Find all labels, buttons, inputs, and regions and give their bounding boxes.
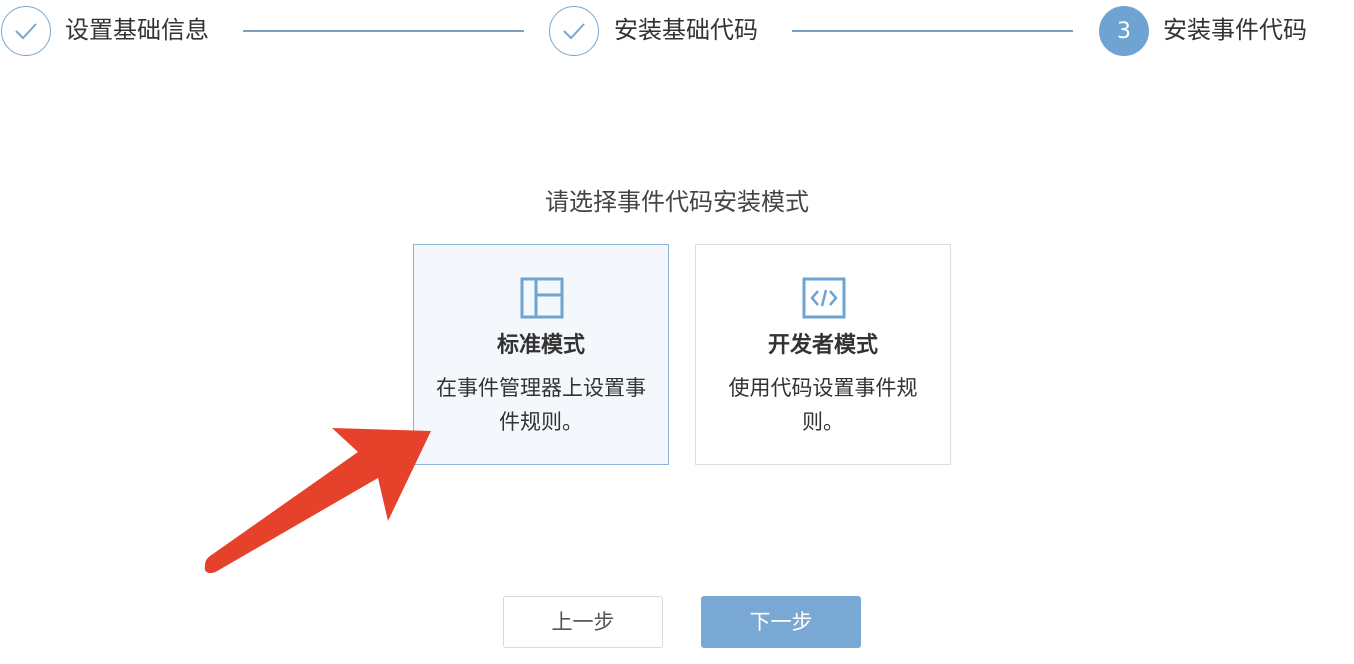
step-2-label: 安装基础代码 <box>614 16 758 44</box>
layout-panel-icon <box>520 277 564 319</box>
developer-mode-description: 使用代码设置事件规则。 <box>728 376 918 434</box>
install-wizard-page: 设置基础信息 安装基础代码 3 安装事件代码 请选择事件代码安装模式 标准模式 … <box>0 0 1354 664</box>
step-1-check-icon <box>1 6 51 56</box>
developer-mode-title: 开发者模式 <box>767 333 878 358</box>
code-icon <box>802 277 846 319</box>
standard-mode-title: 标准模式 <box>496 333 585 358</box>
next-step-button[interactable]: 下一步 <box>701 596 861 648</box>
step-connector-2 <box>792 30 1073 32</box>
step-2-check-icon <box>549 6 599 56</box>
standard-mode-card[interactable]: 标准模式 在事件管理器上设置事件规则。 <box>413 244 669 465</box>
standard-mode-description: 在事件管理器上设置事件规则。 <box>436 376 646 434</box>
developer-mode-card[interactable]: 开发者模式 使用代码设置事件规则。 <box>695 244 951 465</box>
annotation-arrow-icon <box>204 428 431 574</box>
step-connector-1 <box>243 30 524 32</box>
step-3-label: 安装事件代码 <box>1163 16 1307 44</box>
step-3-number: 3 <box>1099 6 1149 56</box>
mode-select-prompt: 请选择事件代码安装模式 <box>545 188 809 216</box>
step-1-label: 设置基础信息 <box>65 16 209 44</box>
previous-step-button[interactable]: 上一步 <box>503 596 663 648</box>
